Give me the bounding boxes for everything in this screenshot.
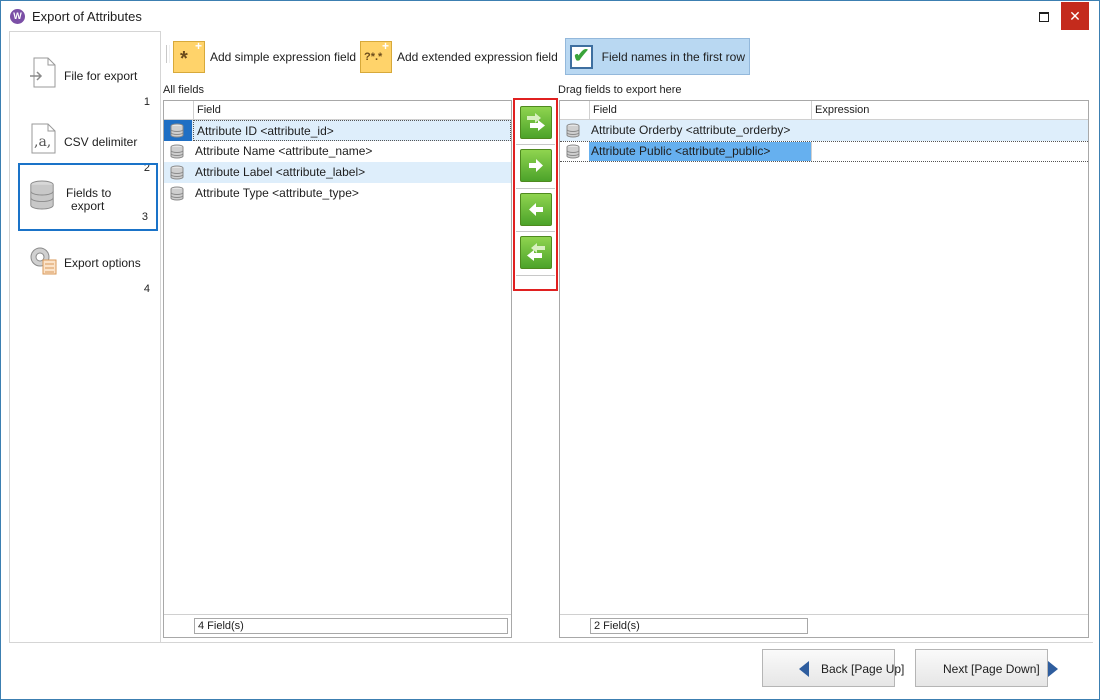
next-button[interactable]: Next [Page Down] — [915, 649, 1058, 687]
step-label: Fields to export — [66, 187, 111, 213]
database-icon — [170, 144, 184, 159]
database-icon — [170, 186, 184, 201]
step-label: Export options — [64, 256, 141, 270]
add-simple-expression-icon: * + — [173, 39, 205, 73]
grid-footer: 4 Field(s) — [164, 614, 511, 637]
arrow-left-icon — [799, 661, 809, 677]
export-dialog: W Export of Attributes ✕ File for export… — [0, 0, 1100, 700]
window-title: Export of Attributes — [32, 9, 142, 24]
database-icon — [170, 165, 184, 180]
move-all-right-button[interactable] — [520, 106, 552, 139]
table-row[interactable]: Attribute ID <attribute_id> — [164, 120, 511, 141]
add-extended-expression-button[interactable]: ?*.* + Add extended expression field — [360, 39, 558, 75]
add-extended-expression-label: Add extended expression field — [397, 50, 558, 64]
back-label: Back [Page Up] — [821, 662, 905, 676]
row-field: Attribute Orderby <attribute_orderby> — [591, 123, 791, 137]
move-all-left-icon — [527, 243, 545, 261]
step-label: CSV delimiter — [64, 135, 138, 149]
column-header-field[interactable]: Field — [589, 101, 811, 119]
database-icon — [566, 144, 580, 159]
maximize-button[interactable] — [1030, 1, 1057, 31]
move-left-icon — [529, 203, 543, 216]
step-fields-to-export[interactable]: Fields to export 3 — [18, 163, 158, 231]
maximize-icon — [1038, 11, 1049, 22]
database-icon — [170, 123, 184, 138]
document-icon — [30, 57, 56, 88]
move-right-icon — [529, 159, 543, 172]
row-field: Attribute Name <attribute_name> — [195, 144, 373, 158]
all-fields-grid[interactable]: Field Attribute ID <attribute_id> Attrib… — [163, 100, 512, 638]
move-buttons-panel — [513, 98, 558, 291]
table-row[interactable]: Attribute Orderby <attribute_orderby> — [560, 120, 1088, 141]
step-number: 3 — [141, 211, 148, 223]
export-fields-grid[interactable]: Field Expression Attribute Orderby <attr… — [559, 100, 1089, 638]
column-header-field[interactable]: Field — [193, 101, 513, 119]
settings-icon — [30, 247, 57, 275]
drag-fields-caption: Drag fields to export here — [558, 84, 682, 96]
delimiter-icon: ,a, — [31, 123, 56, 154]
svg-text:,a,: ,a, — [34, 134, 51, 150]
close-icon: ✕ — [1069, 8, 1081, 24]
close-button[interactable]: ✕ — [1061, 2, 1089, 30]
row-field: Attribute ID <attribute_id> — [193, 120, 511, 141]
database-icon — [566, 123, 580, 138]
move-right-button[interactable] — [520, 149, 552, 182]
add-simple-expression-label: Add simple expression field — [210, 50, 357, 64]
field-count: 4 Field(s) — [194, 618, 508, 634]
toolbar-separator — [166, 45, 170, 63]
title-bar: W Export of Attributes ✕ — [1, 1, 1099, 31]
all-fields-caption: All fields — [163, 84, 204, 96]
move-left-button[interactable] — [520, 193, 552, 226]
step-export-options[interactable]: Export options 4 — [18, 233, 158, 301]
step-label: File for export — [64, 69, 138, 83]
grid-header: Field Expression — [560, 101, 1088, 120]
column-header-expression[interactable]: Expression — [811, 101, 1088, 119]
steps-sidebar: File for export 1 ,a, CSV delimiter 2 Fi… — [9, 31, 161, 643]
step-number: 1 — [143, 96, 150, 108]
table-row[interactable]: Attribute Label <attribute_label> — [164, 162, 511, 183]
move-all-right-icon — [527, 113, 545, 131]
database-icon — [30, 180, 54, 210]
arrow-right-icon — [1048, 661, 1058, 677]
row-field: Attribute Label <attribute_label> — [195, 165, 366, 179]
add-simple-expression-button[interactable]: * + Add simple expression field — [173, 39, 356, 75]
step-number: 4 — [143, 283, 150, 295]
step-file-for-export[interactable]: File for export 1 — [18, 46, 158, 114]
table-row[interactable]: Attribute Type <attribute_type> — [164, 183, 511, 204]
back-button[interactable]: Back [Page Up] — [762, 649, 904, 687]
row-field: Attribute Public <attribute_public> — [591, 144, 771, 158]
field-count: 2 Field(s) — [590, 618, 808, 634]
table-row[interactable]: Attribute Public <attribute_public> — [560, 141, 1088, 162]
table-row[interactable]: Attribute Name <attribute_name> — [164, 141, 511, 162]
app-icon: W — [10, 9, 25, 24]
move-all-left-button[interactable] — [520, 236, 552, 269]
next-label: Next [Page Down] — [943, 662, 1040, 676]
grid-footer: 2 Field(s) — [560, 614, 1088, 637]
grid-header: Field — [164, 101, 511, 120]
step-label-line2: export — [71, 199, 105, 213]
row-field: Attribute Type <attribute_type> — [195, 186, 359, 200]
checkmark-icon: ✔ — [570, 44, 593, 69]
field-names-first-row-toggle[interactable]: ✔ Field names in the first row — [565, 38, 750, 75]
add-extended-expression-icon: ?*.* + — [360, 39, 392, 73]
field-names-first-row-label: Field names in the first row — [601, 49, 745, 64]
